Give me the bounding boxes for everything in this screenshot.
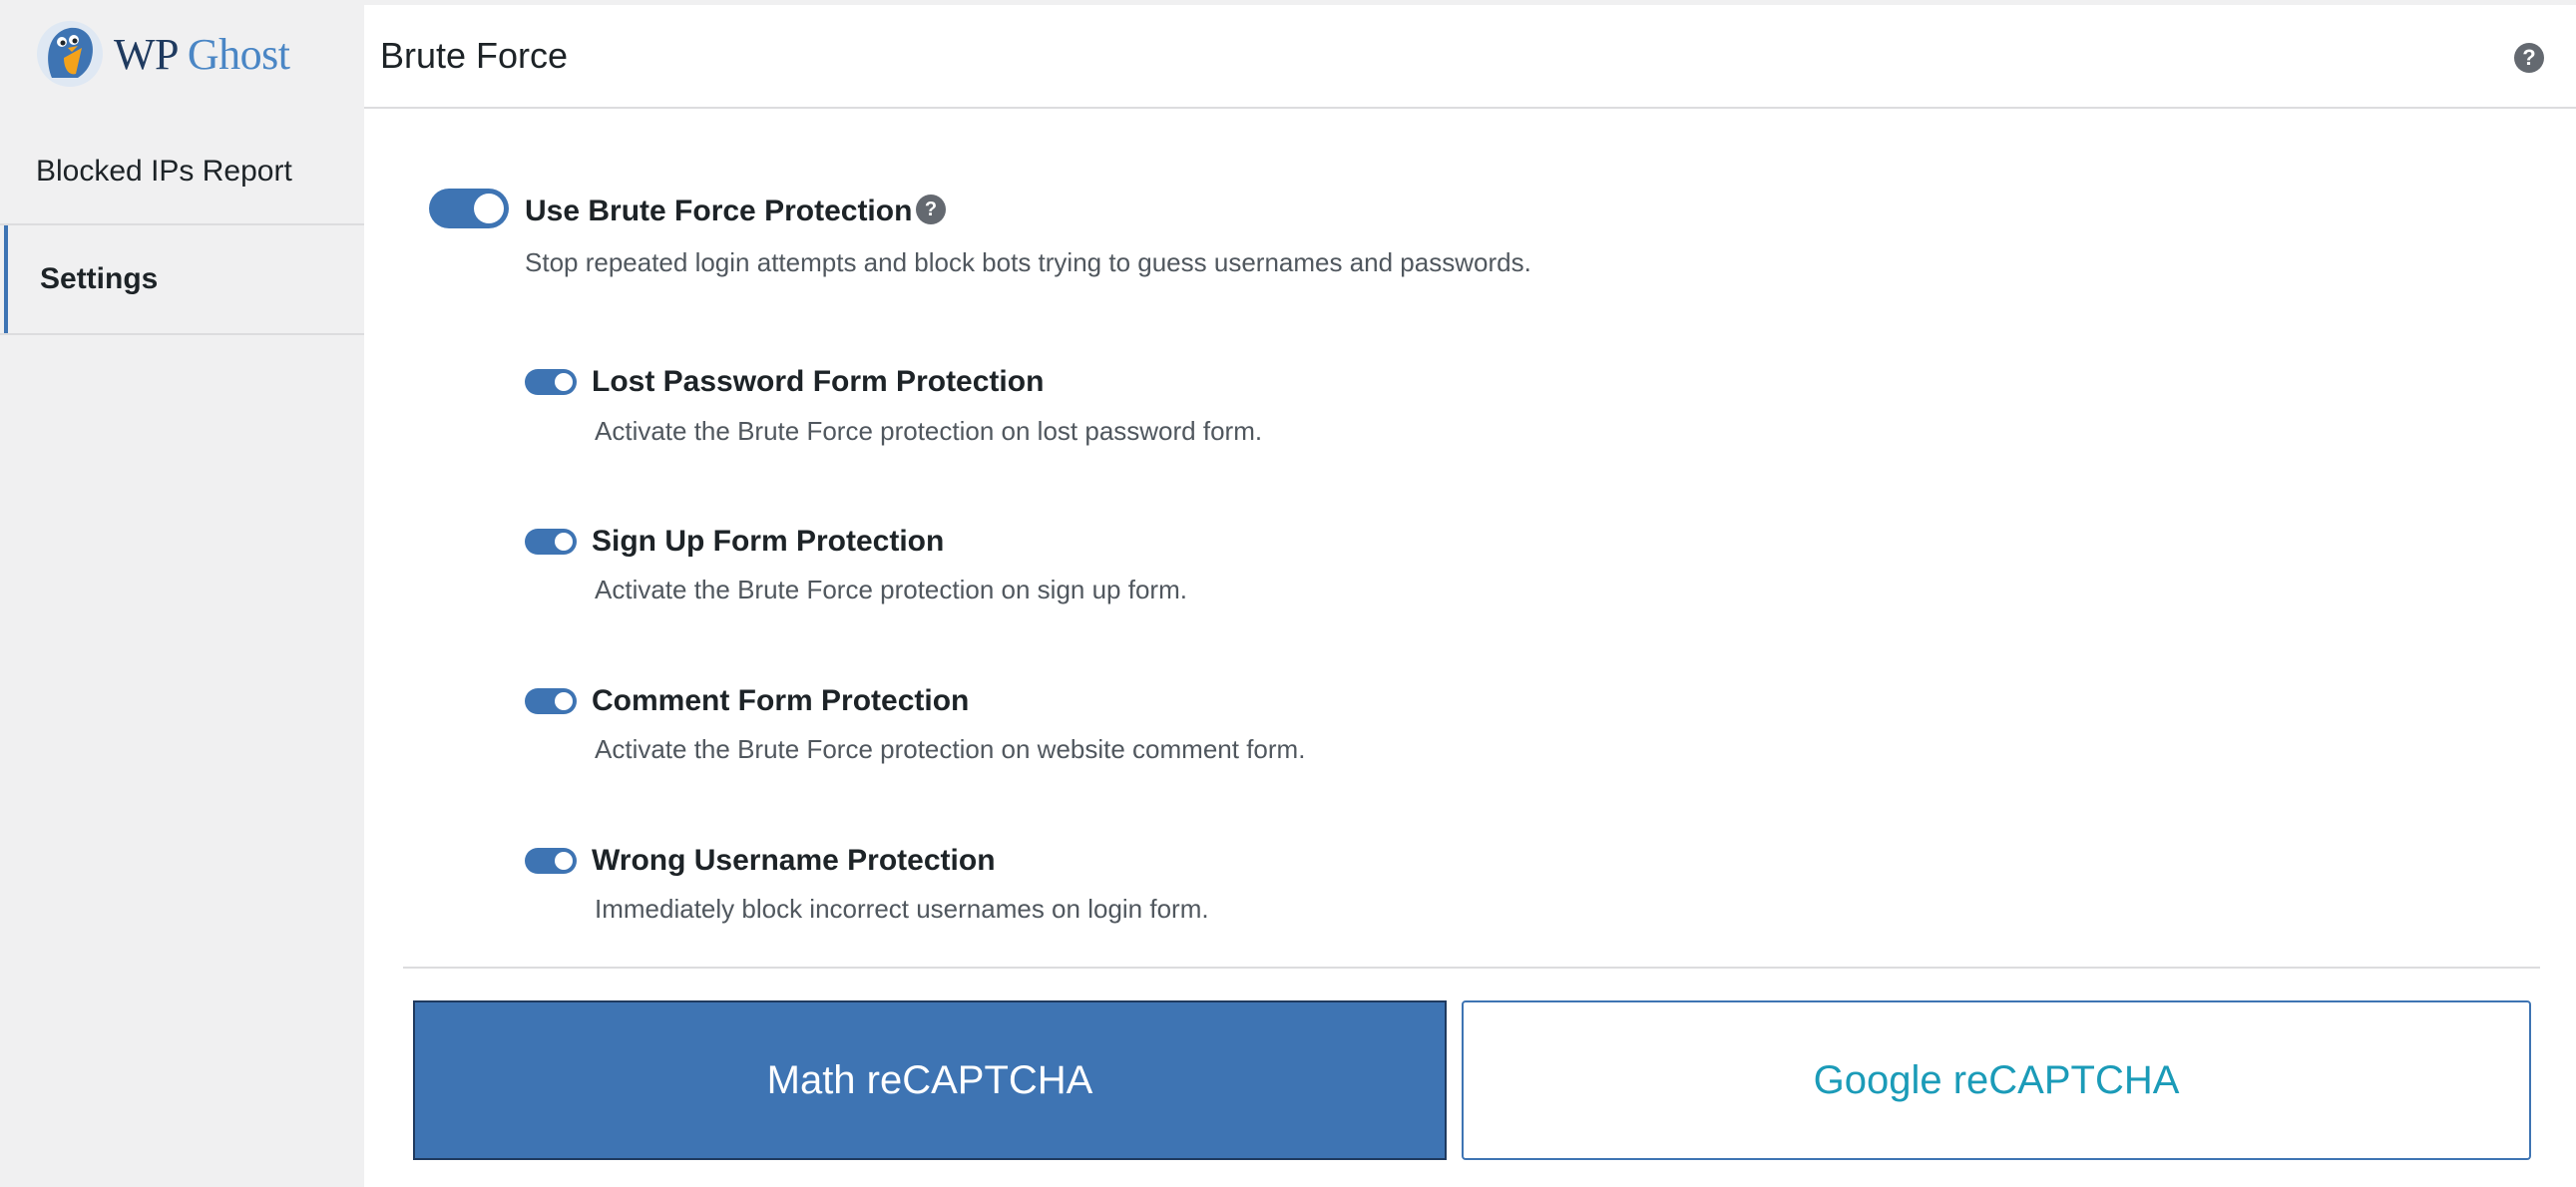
sidebar: WP Ghost Blocked IPs Report Settings — [0, 0, 364, 1187]
toggle-knob — [555, 692, 573, 710]
page-title: Brute Force — [380, 35, 569, 76]
brute-force-protection-description: Stop repeated login attempts and block b… — [525, 247, 1531, 277]
sidebar-item-label: Blocked IPs Report — [36, 155, 292, 188]
lost-password-protection-toggle[interactable] — [525, 369, 577, 395]
sign-up-protection-description: Activate the Brute Force protection on s… — [595, 575, 1187, 604]
toggle-knob — [555, 373, 573, 391]
sidebar-item-label: Settings — [40, 262, 159, 295]
logo-text: WP Ghost — [114, 29, 290, 80]
help-icon[interactable]: ? — [2514, 43, 2544, 73]
sign-up-protection-toggle[interactable] — [525, 529, 577, 555]
toggle-knob — [555, 852, 573, 870]
sign-up-protection-label: Sign Up Form Protection — [592, 525, 945, 558]
brute-force-protection-toggle[interactable] — [429, 189, 509, 228]
wrong-username-protection-label: Wrong Username Protection — [592, 844, 996, 877]
divider — [403, 967, 2540, 969]
ghost-bird-logo-icon — [37, 21, 103, 87]
sidebar-item-blocked-ips-report[interactable]: Blocked IPs Report — [0, 120, 364, 225]
tab-label: Math reCAPTCHA — [766, 1057, 1093, 1102]
logo: WP Ghost — [34, 16, 290, 92]
wrong-username-protection-toggle[interactable] — [525, 848, 577, 874]
brute-force-protection-label: Use Brute Force Protection — [525, 195, 913, 227]
lost-password-protection-label: Lost Password Form Protection — [592, 365, 1045, 398]
tab-label: Google reCAPTCHA — [1813, 1057, 2180, 1102]
question-mark-icon[interactable]: ? — [916, 195, 946, 224]
page-header: Brute Force ? — [364, 5, 2576, 109]
tab-google-recaptcha[interactable]: Google reCAPTCHA — [1462, 1000, 2531, 1160]
logo-ghost: Ghost — [187, 29, 290, 79]
comment-protection-label: Comment Form Protection — [592, 684, 970, 717]
comment-protection-toggle[interactable] — [525, 688, 577, 714]
toggle-knob — [555, 533, 573, 551]
logo-wp: WP — [114, 29, 178, 79]
comment-protection-description: Activate the Brute Force protection on w… — [595, 734, 1306, 764]
wrong-username-protection-description: Immediately block incorrect usernames on… — [595, 894, 1209, 924]
toggle-knob — [474, 194, 504, 223]
tab-math-recaptcha[interactable]: Math reCAPTCHA — [413, 1000, 1447, 1160]
sidebar-item-settings[interactable]: Settings — [0, 225, 364, 335]
lost-password-protection-description: Activate the Brute Force protection on l… — [595, 416, 1263, 446]
